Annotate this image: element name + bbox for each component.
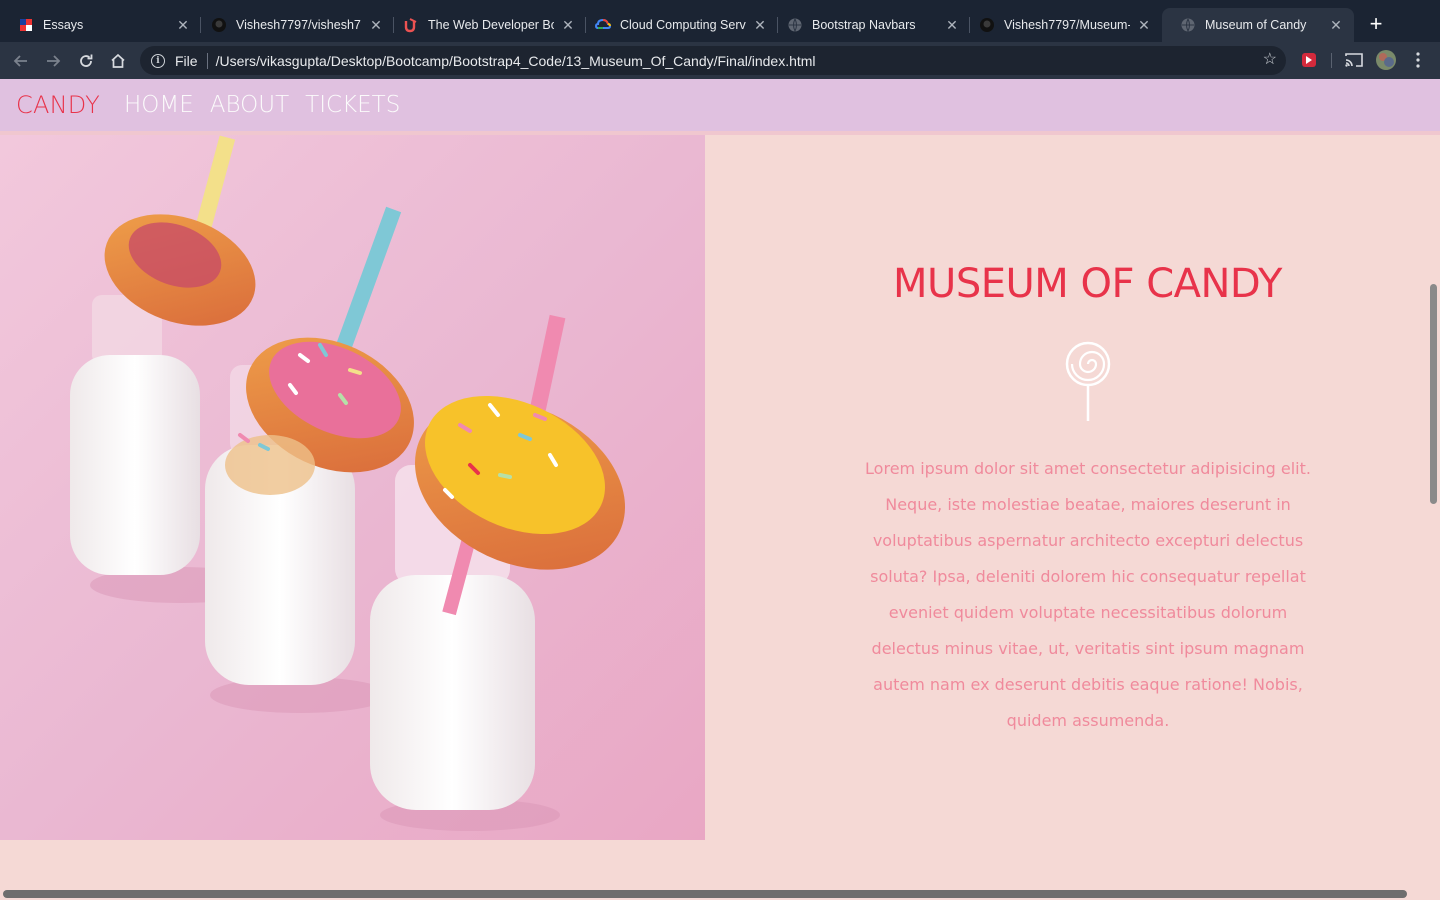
site-navbar: CANDY HOME ABOUT TICKETS — [0, 79, 1440, 131]
globe-icon — [1180, 17, 1196, 33]
tab-title: Museum of Candy — [1205, 18, 1307, 32]
reload-button[interactable] — [75, 50, 97, 72]
page-viewport: CANDY HOME ABOUT TICKETS MUSEUM OF CANDY… — [0, 79, 1440, 900]
home-button[interactable] — [107, 50, 129, 72]
nav-link-about[interactable]: ABOUT — [210, 92, 289, 118]
url-scheme: File — [175, 52, 198, 69]
home-icon — [111, 53, 125, 68]
info-icon[interactable]: i — [151, 53, 165, 68]
browser-tab[interactable]: Bootstrap Navbars ✕ — [769, 8, 970, 42]
tab-title: Vishesh7797/vishesh7 — [236, 18, 361, 32]
tab-title: Cloud Computing Serv — [620, 18, 746, 32]
bookmark-star-icon[interactable]: ☆ — [1263, 52, 1277, 68]
tab-title: Bootstrap Navbars — [812, 18, 916, 32]
forward-button[interactable] — [42, 50, 64, 72]
hero-content: MUSEUM OF CANDY Lorem ipsum dolor sit am… — [705, 135, 1440, 840]
browser-tab[interactable]: Vishesh7797/Museum- ✕ — [961, 8, 1162, 42]
reload-icon — [80, 54, 93, 67]
arrow-right-icon — [47, 55, 61, 67]
page-title: MUSEUM OF CANDY — [893, 261, 1282, 307]
extension-icon[interactable] — [1301, 52, 1317, 73]
close-icon[interactable]: ✕ — [1328, 17, 1344, 33]
vertical-scrollbar[interactable] — [1430, 284, 1437, 504]
browser-tab-active[interactable]: Museum of Candy ✕ — [1162, 8, 1354, 42]
tab-title: Vishesh7797/Museum- — [1004, 18, 1130, 32]
close-icon[interactable]: ✕ — [752, 17, 768, 33]
cast-icon[interactable] — [1345, 52, 1363, 73]
tab-title: The Web Developer Bo — [428, 18, 554, 32]
close-icon[interactable]: ✕ — [1136, 17, 1152, 33]
close-icon[interactable]: ✕ — [560, 17, 576, 33]
google-cloud-icon — [595, 17, 611, 33]
back-button[interactable] — [10, 50, 32, 72]
browser-tab[interactable]: Cloud Computing Serv ✕ — [577, 8, 778, 42]
url-text[interactable]: /Users/vikasgupta/Desktop/Bootcamp/Boots… — [216, 53, 816, 69]
flag-icon — [18, 17, 34, 33]
navbar-brand[interactable]: CANDY — [16, 91, 100, 119]
browser-tab[interactable]: Essays ✕ — [0, 8, 201, 42]
close-icon[interactable]: ✕ — [175, 17, 191, 33]
browser-toolbar: i File /Users/vikasgupta/Desktop/Bootcam… — [0, 42, 1440, 79]
lollipop-icon — [1063, 341, 1113, 426]
globe-icon — [787, 17, 803, 33]
horizontal-scrollbar[interactable] — [3, 890, 1407, 898]
hero-image — [0, 135, 705, 840]
nav-link-home[interactable]: HOME — [124, 92, 194, 118]
close-icon[interactable]: ✕ — [368, 17, 384, 33]
udemy-icon — [403, 17, 419, 33]
github-icon — [979, 17, 995, 33]
github-icon — [211, 17, 227, 33]
hero-description: Lorem ipsum dolor sit amet consectetur a… — [865, 459, 1311, 730]
kebab-menu-icon[interactable] — [1410, 51, 1426, 74]
tab-title: Essays — [43, 18, 84, 32]
nav-link-tickets[interactable]: TICKETS — [305, 92, 400, 118]
new-tab-button[interactable]: + — [1364, 13, 1388, 37]
browser-tab-strip: Essays ✕ Vishesh7797/vishesh7 ✕ The Web … — [0, 0, 1440, 42]
browser-tab[interactable]: The Web Developer Bo ✕ — [385, 8, 586, 42]
avatar[interactable] — [1376, 50, 1396, 75]
arrow-left-icon — [13, 55, 27, 67]
browser-tab[interactable]: Vishesh7797/vishesh7 ✕ — [193, 8, 394, 42]
address-bar[interactable]: i File /Users/vikasgupta/Desktop/Bootcam… — [140, 46, 1286, 75]
close-icon[interactable]: ✕ — [944, 17, 960, 33]
